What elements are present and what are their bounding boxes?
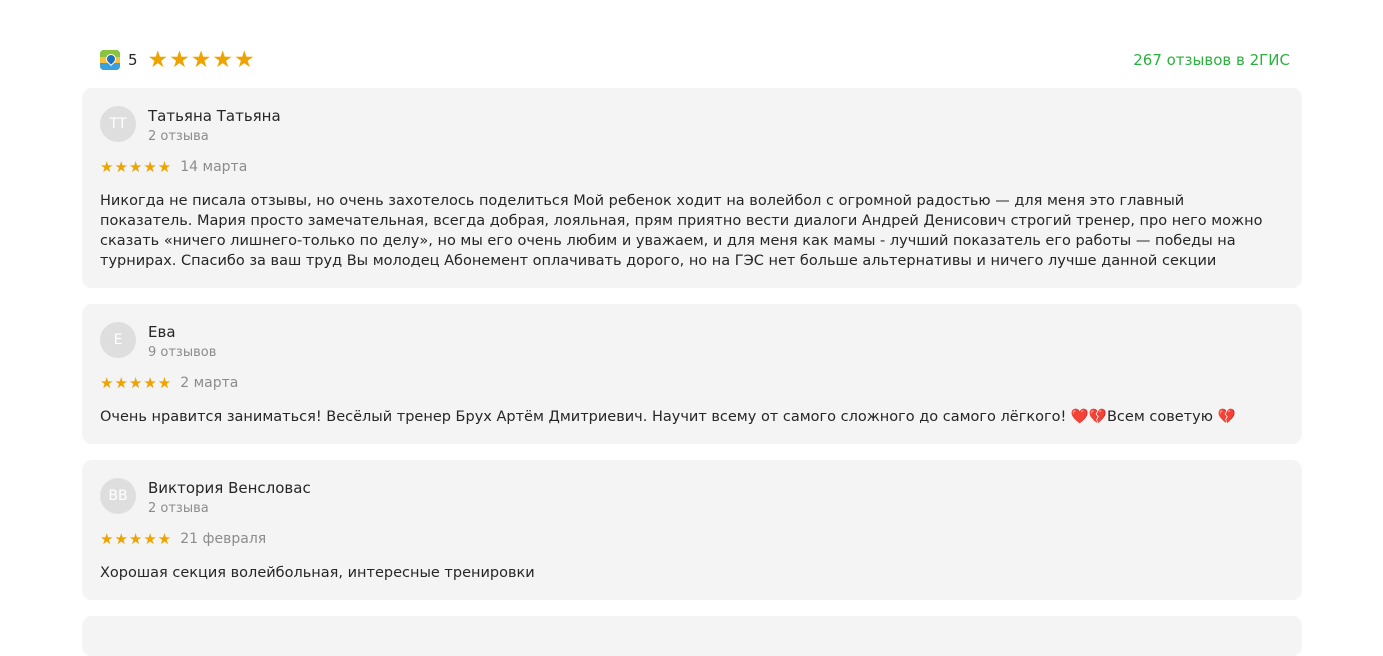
review-meta: ★★★★★ 21 февраля xyxy=(100,530,266,548)
avatar: ВВ xyxy=(100,478,136,514)
overall-rating: 5 xyxy=(128,51,138,69)
avatar: ТТ xyxy=(100,106,136,142)
overall-rating-stars-icon: ★★★★★ xyxy=(147,46,256,73)
review-date: 2 марта xyxy=(180,375,239,391)
review-date: 14 марта xyxy=(180,159,248,175)
reviewer-review-count: 2 отзыва xyxy=(148,501,209,516)
review-meta: ★★★★★ 2 марта xyxy=(100,374,238,392)
reviewer-review-count: 2 отзыва xyxy=(148,129,209,144)
review-card: ВВ Виктория Венсловас 2 отзыва ★★★★★ 21 … xyxy=(82,460,1302,600)
reviewer-name[interactable]: Виктория Венсловас xyxy=(148,479,311,497)
review-text: Никогда не писала отзывы, но очень захот… xyxy=(100,193,1263,269)
review-date: 21 февраля xyxy=(180,531,267,547)
reviewer-name[interactable]: Татьяна Татьяна xyxy=(148,107,281,125)
2gis-logo-icon xyxy=(100,50,120,70)
review-card-partial xyxy=(82,616,1302,656)
review-card: Е Ева 9 отзывов ★★★★★ 2 марта Очень нрав… xyxy=(82,304,1302,444)
review-card: ТТ Татьяна Татьяна 2 отзыва ★★★★★ 14 мар… xyxy=(82,88,1302,288)
review-stars-icon: ★★★★★ xyxy=(100,530,173,548)
reviews-header: 5 ★★★★★ 267 отзывов в 2ГИС xyxy=(100,48,1290,72)
review-meta: ★★★★★ 14 марта xyxy=(100,158,247,176)
reviewer-name[interactable]: Ева xyxy=(148,323,176,341)
review-stars-icon: ★★★★★ xyxy=(100,374,173,392)
review-text: Хорошая секция волейбольная, интересные … xyxy=(100,565,535,581)
all-reviews-link[interactable]: 267 отзывов в 2ГИС xyxy=(1133,51,1290,69)
review-text: Очень нравится заниматься! Весёлый трене… xyxy=(100,409,1236,425)
review-stars-icon: ★★★★★ xyxy=(100,158,173,176)
avatar: Е xyxy=(100,322,136,358)
reviewer-review-count: 9 отзывов xyxy=(148,345,217,360)
